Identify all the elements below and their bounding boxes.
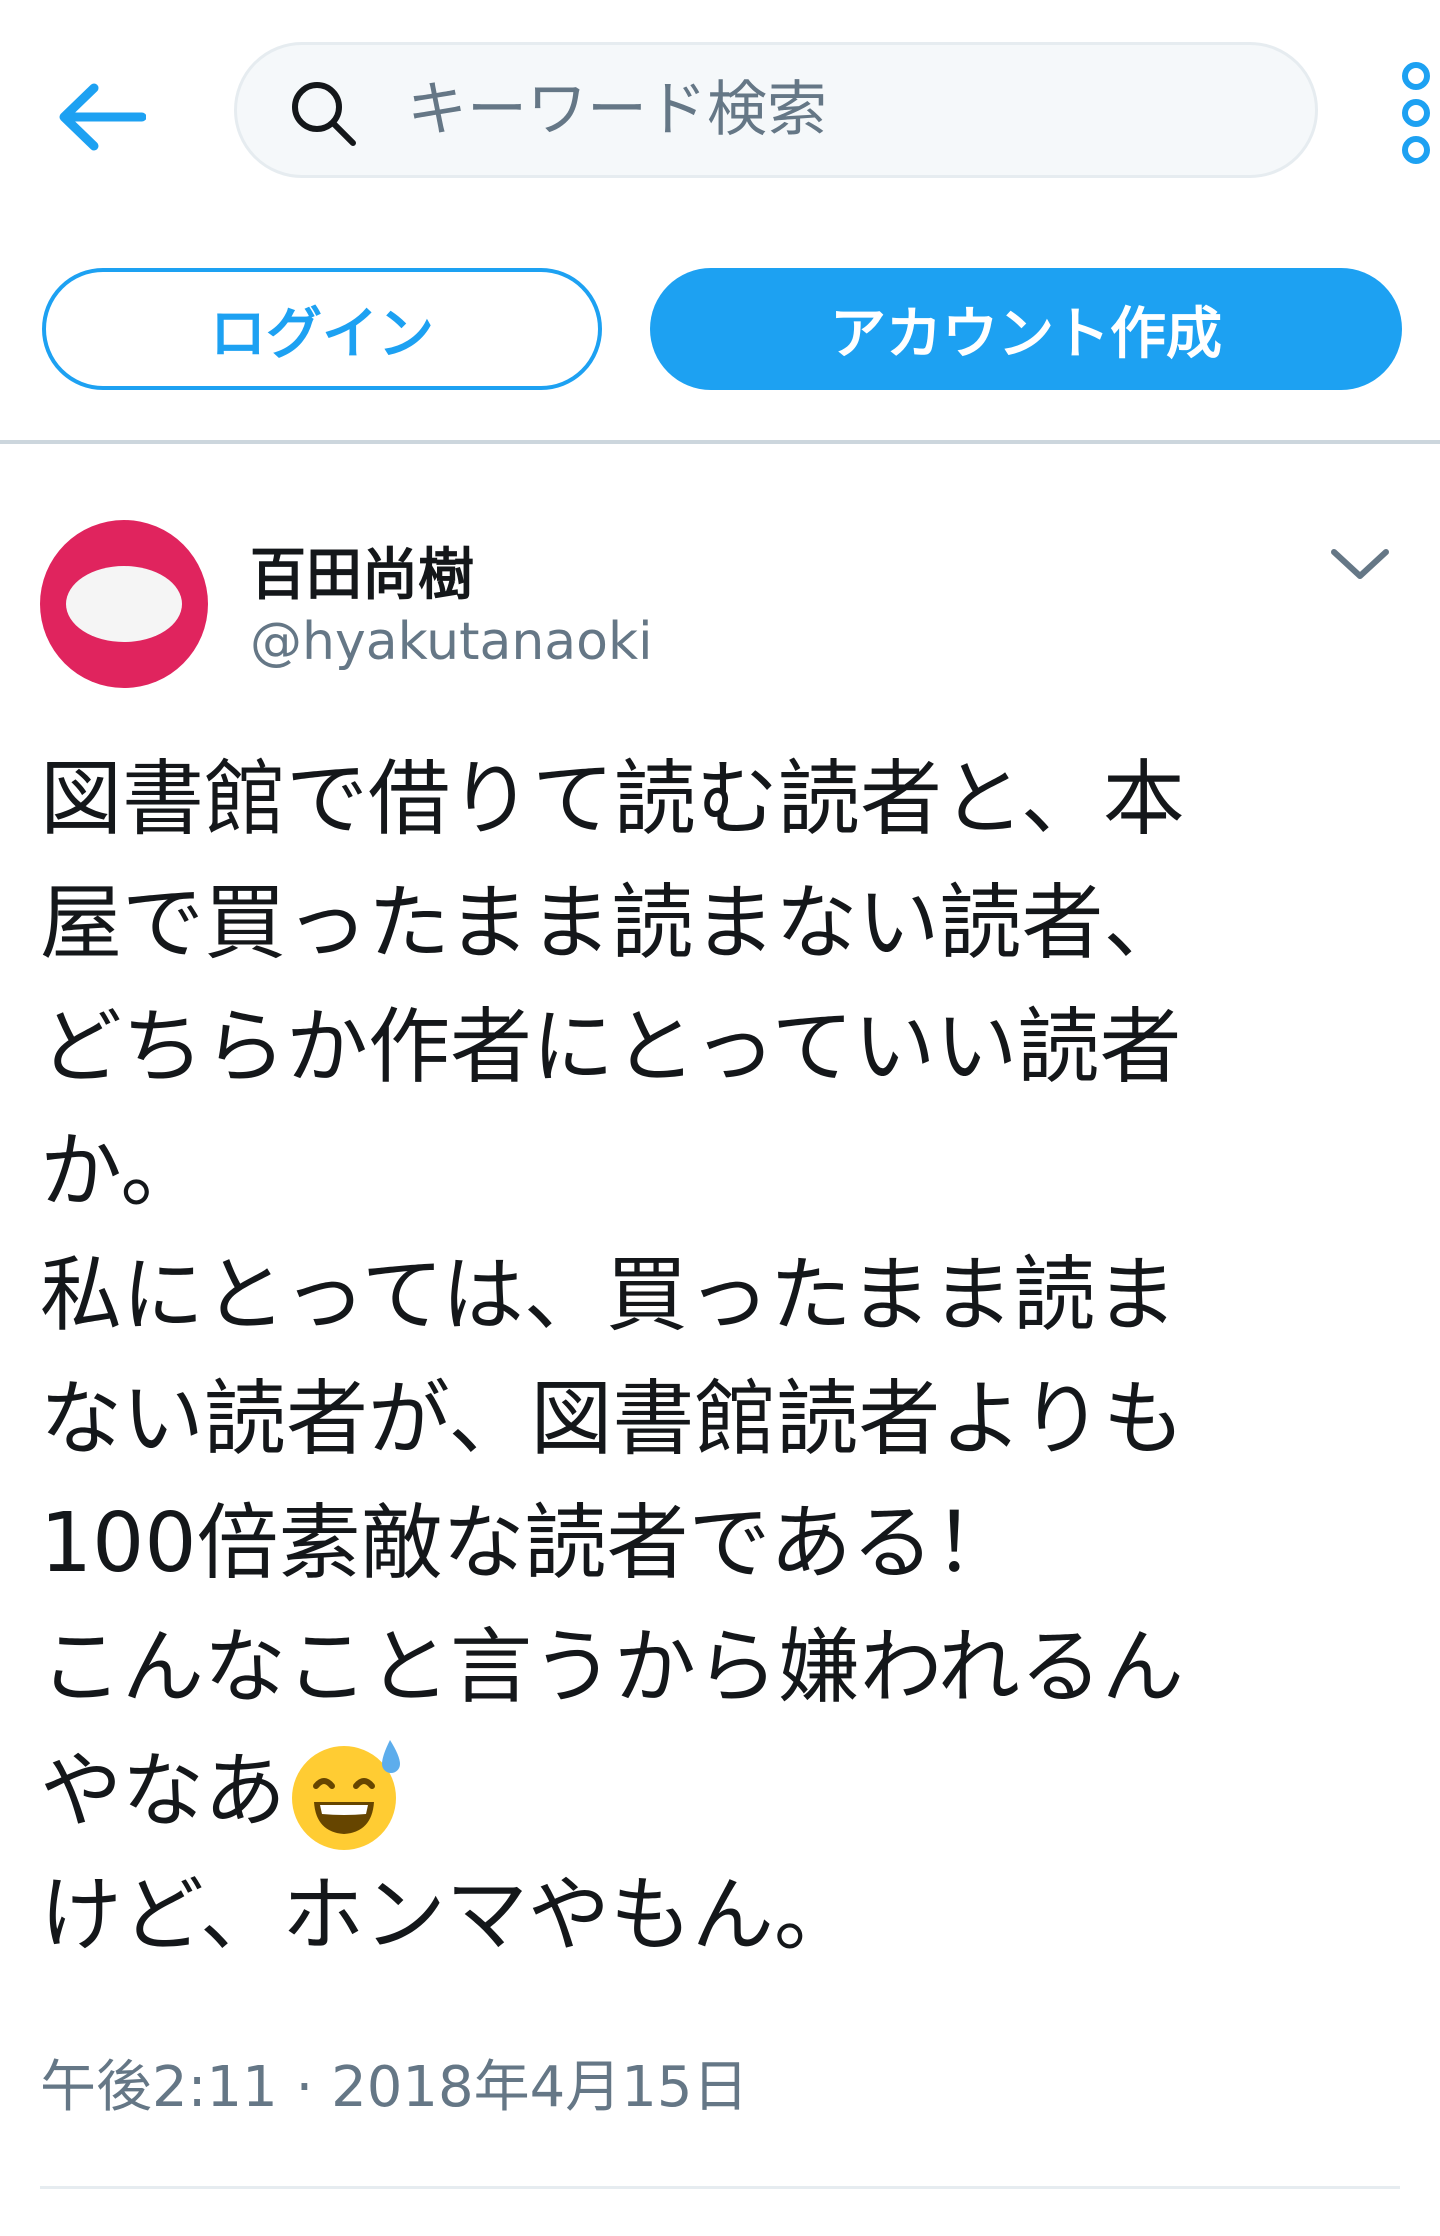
login-button[interactable]: ログイン <box>42 268 602 390</box>
header-divider <box>0 440 1440 444</box>
tweet-menu-button[interactable] <box>1320 530 1400 600</box>
back-button[interactable] <box>46 62 156 172</box>
tweet-line: か。 <box>40 1124 203 1219</box>
tweet-line-text: やなあ <box>40 1744 287 1839</box>
avatar[interactable] <box>40 520 208 688</box>
tweet-line: 私にとっては、買ったまま読ま <box>40 1248 1178 1343</box>
more-menu-button[interactable] <box>1392 58 1440 168</box>
auth-buttons: ログイン アカウント作成 <box>0 268 1440 390</box>
top-bar <box>0 0 1440 215</box>
author-handle[interactable]: @hyakutanaoki <box>250 612 653 672</box>
tweet-text: 図書館で借りて読む読者と、本 屋で買ったまま読まない読者、 どちらか作者にとって… <box>40 738 1400 1978</box>
signup-button[interactable]: アカウント作成 <box>650 268 1402 390</box>
tweet-line: 屋で買ったまま読まない読者、 <box>40 876 1186 971</box>
search-input[interactable] <box>407 65 1267 155</box>
tweet-line: ない読者が、図書館読者よりも <box>40 1372 1185 1467</box>
tweet-timestamp[interactable]: 午後2:11 · 2018年4月15日 <box>40 2042 749 2123</box>
tweet-line: けど、ホンマやもん。 <box>40 1868 856 1963</box>
tweet-line-with-emoji: やなあ <box>40 1730 1400 1854</box>
arrow-left-icon <box>59 83 146 151</box>
avatar-icon <box>66 566 182 642</box>
search-icon <box>292 82 356 146</box>
tweet-line: どちらか作者にとっていい読者 <box>40 1000 1182 1095</box>
more-vertical-icon <box>1402 62 1430 164</box>
tweet-line: 100倍素敵な読者である！ <box>40 1496 1016 1591</box>
tweet-divider <box>40 2186 1400 2189</box>
author-name[interactable]: 百田尚樹 <box>250 530 474 611</box>
tweet-line: こんなこと言うから嫌われるん <box>40 1620 1184 1715</box>
chevron-down-icon <box>1331 549 1389 579</box>
tweet-line: 図書館で借りて読む読者と、本 <box>40 752 1185 847</box>
grinning-face-with-sweat-icon <box>286 1730 410 1854</box>
search-box[interactable] <box>234 42 1318 178</box>
